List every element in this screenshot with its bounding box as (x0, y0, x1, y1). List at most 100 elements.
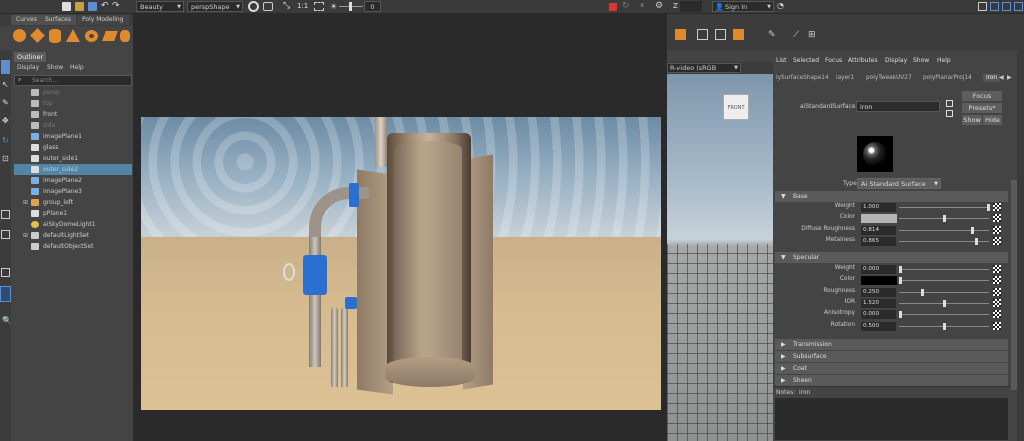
attribute-slider[interactable] (899, 229, 989, 231)
render-settings-icon[interactable] (248, 1, 259, 12)
stop-render-icon[interactable] (609, 3, 617, 11)
attribute-slider-knob[interactable] (970, 226, 974, 234)
outliner-item[interactable]: front (14, 109, 132, 120)
undo-icon[interactable]: ↶ (101, 1, 109, 11)
tab-scroll-right-icon[interactable]: ▶ (1007, 74, 1012, 81)
ae-menu-item[interactable]: Selected (793, 57, 819, 64)
attribute-value-field[interactable]: 0.865 (861, 236, 896, 246)
open-file-icon[interactable] (75, 2, 84, 11)
map-button-icon[interactable] (993, 287, 1001, 296)
panel-split-icon[interactable] (1002, 2, 1011, 11)
color-space-dropdown[interactable]: R-video (sRGB ▼ (667, 63, 741, 73)
rotate-tool-icon[interactable]: ↻ (2, 136, 9, 145)
viewport-3d[interactable]: FRONT (667, 74, 773, 441)
attribute-slider-knob[interactable] (943, 322, 946, 330)
ae-menu-item[interactable]: Show (913, 57, 929, 64)
region-icon[interactable]: ⤡ (283, 1, 290, 11)
exposure-slider-knob[interactable] (349, 2, 352, 11)
ae-tab[interactable]: polyTweakUV27 (866, 75, 912, 81)
outliner-menu-help[interactable]: Help (70, 63, 84, 73)
attribute-slider-knob[interactable] (899, 311, 902, 319)
attribute-slider-knob[interactable] (921, 288, 924, 296)
outliner-item[interactable]: imagePlane2 (14, 175, 132, 186)
outliner-search[interactable]: ⌕ Search... (14, 75, 132, 86)
settings-gear-icon[interactable]: ⚙ (655, 1, 663, 11)
ratio-label[interactable]: 1:1 (297, 2, 308, 10)
map-button-icon[interactable] (993, 276, 1001, 285)
attribute-panel-icon[interactable] (1014, 2, 1023, 11)
map-button-icon[interactable] (993, 236, 1001, 245)
outliner-item[interactable]: side (14, 120, 132, 131)
pen-icon[interactable]: ✎ (768, 30, 776, 40)
ae-tab[interactable]: iron (983, 74, 1001, 82)
outliner-item[interactable]: ⊞ group_left (14, 197, 132, 208)
ae-menu-item[interactable]: Attributes (848, 57, 878, 64)
poly-torus-icon[interactable] (85, 30, 98, 42)
select-tool-icon[interactable] (1, 60, 10, 74)
ae-tab[interactable]: layer1 (836, 75, 854, 81)
poly-cube-icon[interactable] (30, 28, 45, 43)
attribute-slider-knob[interactable] (987, 204, 990, 211)
shelf-tab-poly-modeling[interactable]: Poly Modeling (77, 15, 129, 25)
exposure-icon[interactable]: ☀ (330, 2, 337, 11)
move-tool-icon[interactable]: ✥ (2, 116, 9, 125)
xform-icon[interactable] (715, 29, 726, 40)
color-swatch[interactable] (861, 276, 897, 286)
attribute-value-field[interactable]: 0.500 (861, 321, 896, 331)
show-button[interactable]: Show (962, 115, 982, 125)
poly-disc-icon[interactable] (120, 30, 130, 42)
outliner-item[interactable]: imagePlane1 (14, 131, 132, 142)
outliner-item[interactable]: pPlane1 (14, 208, 132, 219)
attribute-value-field[interactable]: 0.250 (861, 287, 896, 297)
sign-in-dropdown[interactable]: 👤 Sign In ▼ (712, 1, 774, 12)
expand-icon[interactable]: ⊞ (23, 230, 28, 241)
shelf-tab-surfaces[interactable]: Surfaces (40, 15, 76, 25)
outliner-item[interactable]: outer_side1 (14, 153, 132, 164)
attribute-value-field[interactable]: 0.000 (861, 265, 896, 274)
tab-scroll-left-icon[interactable]: ◀ (999, 74, 1004, 81)
copy-tab-icon[interactable] (946, 110, 953, 117)
map-button-icon[interactable] (993, 265, 1001, 273)
cv-icon[interactable]: ⊞ (808, 30, 816, 40)
section-specular[interactable]: ▼ Specular (775, 252, 1008, 263)
render-image[interactable] (141, 117, 661, 410)
redo-icon[interactable]: ↷ (112, 1, 120, 11)
attribute-slider-knob[interactable] (899, 266, 902, 273)
section-base[interactable]: ▼ Base (775, 191, 1008, 202)
attribute-value-field[interactable]: 1.000 (861, 203, 896, 212)
attribute-slider-knob[interactable] (975, 237, 979, 245)
ae-tab[interactable]: lySurfaceShape14 (776, 75, 829, 81)
layout-two-icon[interactable] (1, 268, 10, 277)
poly-cylinder-icon[interactable] (49, 29, 61, 43)
panel-icon[interactable] (990, 2, 999, 11)
outliner-item[interactable]: glass (14, 142, 132, 153)
map-button-icon[interactable] (993, 225, 1001, 234)
shelf-tab-curves[interactable]: Curves (11, 15, 42, 25)
color-swatch[interactable] (861, 214, 897, 224)
exposure-field[interactable]: 0 (364, 1, 381, 12)
outliner-item[interactable]: top (14, 98, 132, 109)
ae-menu-item[interactable]: List (776, 57, 787, 64)
poly-plane-icon[interactable] (102, 31, 118, 41)
outliner-menu-show[interactable]: Show (47, 63, 63, 73)
type-dropdown[interactable]: Ai Standard Surface ▼ (857, 178, 941, 189)
new-file-icon[interactable] (62, 2, 71, 11)
attribute-value-field[interactable]: 0.814 (861, 225, 896, 235)
refresh-icon[interactable]: ↻ (622, 1, 630, 11)
save-icon[interactable] (88, 2, 97, 11)
focus-button[interactable]: Focus (962, 91, 1002, 101)
layout-single-icon[interactable] (1, 210, 10, 219)
attribute-slider-knob[interactable] (899, 277, 902, 285)
poly-sphere-icon[interactable] (13, 29, 26, 42)
crop-icon[interactable] (314, 2, 324, 11)
map-button-icon[interactable] (993, 321, 1001, 330)
layout-four-icon[interactable] (1, 230, 10, 239)
outliner-title-tab[interactable]: Outliner (14, 52, 46, 62)
ae-menu-item[interactable]: Display (885, 57, 907, 64)
search-field[interactable] (680, 1, 702, 12)
map-button-icon[interactable] (993, 214, 1001, 223)
notes-textarea[interactable] (775, 398, 1008, 440)
attribute-slider[interactable] (899, 291, 989, 293)
attribute-slider[interactable] (899, 280, 989, 282)
poly-cone-icon[interactable] (66, 29, 80, 42)
